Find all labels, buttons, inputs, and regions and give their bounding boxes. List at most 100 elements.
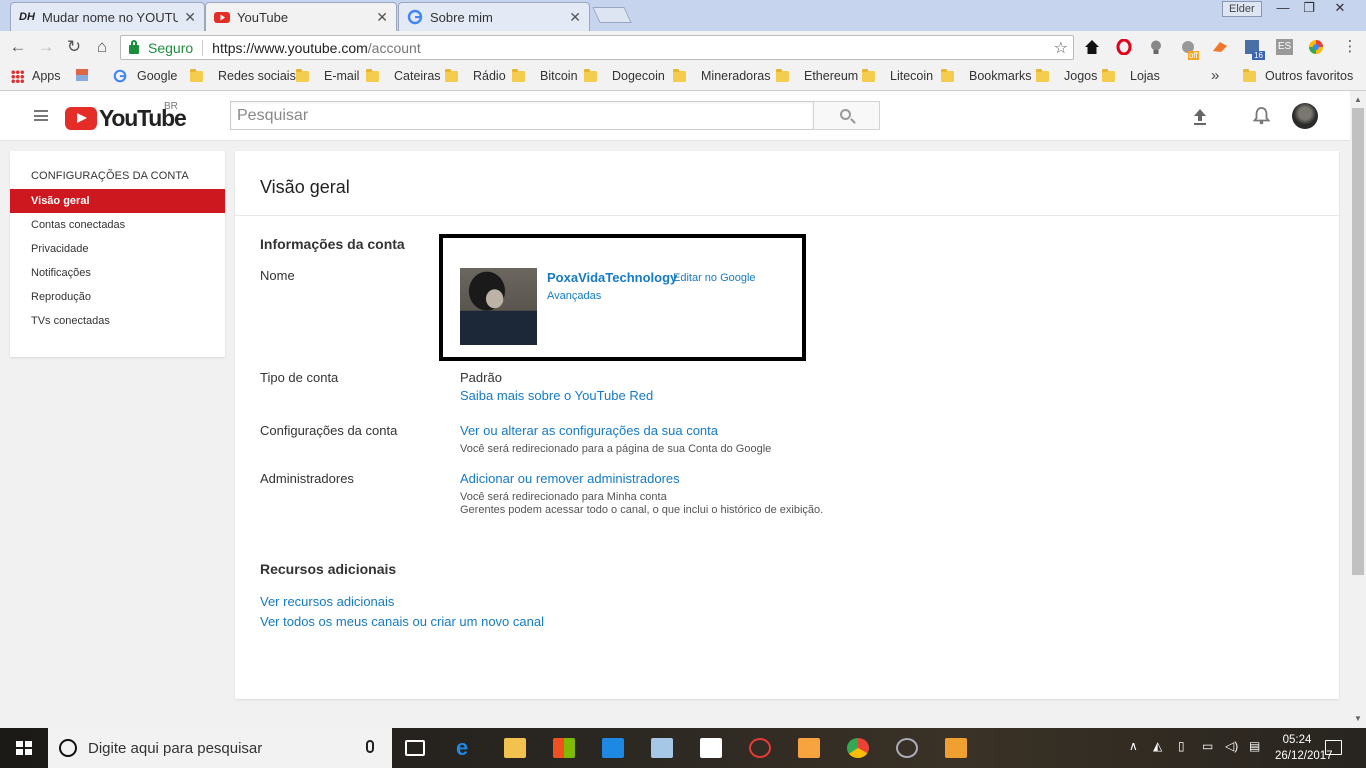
taskbar-clock[interactable]: 05:24 26/12/2017 [1275, 732, 1333, 764]
network-icon[interactable]: ▭ [1202, 739, 1213, 753]
all-channels-link[interactable]: Ver todos os meus canais ou criar um nov… [260, 614, 544, 629]
network-drive-icon[interactable]: ◭ [1153, 739, 1162, 753]
name-label: Nome [260, 268, 295, 283]
address-bar[interactable]: Seguro https://www.youtube.com/account ☆ [120, 35, 1074, 60]
admins-note-managers: Gerentes podem acessar todo o canal, o q… [460, 504, 824, 516]
sidebar-item-playback[interactable]: Reprodução [10, 285, 225, 309]
edge-icon[interactable]: e [456, 737, 478, 759]
home-icon[interactable]: ⌂ [92, 37, 112, 57]
scroll-thumb[interactable] [1352, 108, 1364, 575]
account-avatar[interactable] [1292, 103, 1318, 129]
bookmark-folder[interactable]: Litecoin [862, 68, 933, 83]
windows-logo-icon [16, 741, 32, 755]
channel-name-highlight: PoxaVidaTechnology Editar no Google Avan… [439, 234, 806, 361]
opera-extension-icon[interactable] [1116, 39, 1132, 55]
youtube-red-link[interactable]: Saiba mais sobre o YouTube Red [460, 388, 653, 403]
other-bookmarks[interactable]: Outros favoritos [1243, 68, 1353, 83]
bookmark-folder[interactable]: Bitcoin [512, 68, 578, 83]
search-button[interactable] [813, 101, 880, 130]
sidebar-item-notifications[interactable]: Notificações [10, 261, 225, 285]
scroll-up-icon[interactable]: ▲ [1354, 95, 1362, 104]
tray-chevron-icon[interactable]: ∧ [1129, 739, 1138, 753]
tab-strip: DH Mudar nome no YOUTUBE ✕ YouTube ✕ Sob… [0, 0, 1366, 31]
sidebar-item-connected-accounts[interactable]: Contas conectadas [10, 213, 225, 237]
url-path: /account [367, 39, 421, 56]
close-window-icon[interactable]: ✕ [1325, 0, 1355, 18]
bookmark-folder[interactable]: Lojas [1102, 68, 1160, 83]
extra-resources-link[interactable]: Ver recursos adicionais [260, 594, 394, 609]
reload-icon[interactable]: ↻ [64, 37, 84, 57]
account-settings-label: Configurações da conta [260, 423, 398, 438]
bookmark-folder[interactable]: Rádio [445, 68, 506, 83]
bookmark-apps[interactable]: Apps [11, 69, 61, 83]
folder-icon [776, 68, 789, 82]
folder-icon [1036, 68, 1049, 82]
folder-icon [296, 68, 309, 82]
advanced-link[interactable]: Avançadas [547, 290, 601, 302]
tab-mudar-nome[interactable]: DH Mudar nome no YOUTUBE ✕ [10, 2, 205, 31]
chrome-colors-extension-icon[interactable] [1308, 39, 1324, 55]
home-extension-icon[interactable] [1084, 39, 1100, 55]
uc-browser-icon[interactable] [798, 738, 820, 758]
bookmark-folder[interactable]: Redes sociais [190, 68, 296, 83]
close-tab-icon[interactable]: ✕ [569, 9, 581, 26]
bookmark-image[interactable] [76, 69, 88, 81]
mail-icon[interactable] [700, 738, 722, 758]
browser-toolbar: ← → ↻ ⌂ Seguro https://www.youtube.com/a… [0, 31, 1366, 63]
bookmark-folder[interactable]: Cateiras [366, 68, 441, 83]
bookmark-folder[interactable]: Ethereum [776, 68, 858, 83]
torrent-icon[interactable] [896, 738, 918, 758]
microphone-icon[interactable] [366, 740, 374, 753]
restore-icon[interactable]: ❐ [1294, 0, 1324, 18]
close-tab-icon[interactable]: ✕ [184, 9, 196, 26]
lightbulb-extension-icon[interactable] [1148, 39, 1164, 55]
maxthon-icon[interactable] [602, 738, 624, 758]
admins-link[interactable]: Adicionar ou remover administradores [460, 471, 680, 486]
channel-name-link[interactable]: PoxaVidaTechnology [547, 270, 677, 285]
volume-icon[interactable]: ◁) [1225, 739, 1238, 753]
bookmark-folder[interactable]: Bookmarks [941, 68, 1032, 83]
hamburger-menu-icon[interactable] [34, 110, 48, 121]
chrome-icon[interactable] [847, 738, 869, 758]
notepad-icon[interactable] [651, 738, 673, 758]
task-view-icon[interactable] [405, 740, 425, 756]
notifications-bell-icon[interactable] [1253, 106, 1270, 125]
more-bookmarks-icon[interactable]: » [1211, 67, 1219, 84]
media-player-icon[interactable] [945, 738, 967, 758]
forward-icon[interactable]: → [36, 37, 56, 57]
bookmark-folder[interactable]: Dogecoin [584, 68, 665, 83]
keyboard-icon[interactable]: ▤ [1249, 739, 1260, 753]
bookmark-google[interactable]: Google [113, 69, 177, 83]
fox-extension-icon[interactable] [1212, 39, 1228, 55]
es-extension-icon[interactable]: ES [1276, 39, 1293, 55]
window-user-badge[interactable]: Elder [1222, 1, 1262, 17]
bookmark-folder[interactable]: Jogos [1036, 68, 1097, 83]
search-input[interactable]: Pesquisar [230, 101, 814, 130]
scroll-down-icon[interactable]: ▼ [1354, 714, 1362, 723]
sidebar-item-overview[interactable]: Visão geral [10, 189, 225, 213]
sidebar-item-privacy[interactable]: Privacidade [10, 237, 225, 261]
menu-kebab-icon[interactable]: ⋮ [1340, 37, 1360, 57]
page-scrollbar[interactable]: ▲ ▼ [1350, 91, 1366, 728]
sidebar-item-connected-tvs[interactable]: TVs conectadas [10, 309, 225, 333]
start-button[interactable] [0, 728, 48, 768]
close-tab-icon[interactable]: ✕ [376, 9, 388, 26]
extra-resources-heading: Recursos adicionais [260, 561, 397, 577]
folder-icon [862, 68, 875, 82]
tab-youtube[interactable]: YouTube ✕ [205, 2, 397, 31]
new-tab-button[interactable] [592, 7, 632, 23]
tab-sobre-mim[interactable]: Sobre mim ✕ [398, 2, 590, 31]
edit-on-google-link[interactable]: Editar no Google [673, 272, 756, 284]
account-settings-link[interactable]: Ver ou alterar as configurações da sua c… [460, 423, 718, 438]
antivirus-icon[interactable] [749, 738, 771, 758]
file-explorer-icon[interactable] [504, 738, 526, 758]
bookmark-folder[interactable]: Mineradoras [673, 68, 770, 83]
action-center-icon[interactable] [1325, 740, 1342, 755]
taskbar-search-box[interactable]: Digite aqui para pesquisar [48, 728, 392, 768]
upload-icon[interactable] [1192, 108, 1208, 126]
store-icon[interactable] [553, 738, 575, 758]
back-icon[interactable]: ← [8, 37, 28, 57]
bookmark-star-icon[interactable]: ☆ [1054, 38, 1068, 58]
battery-icon[interactable]: ▯ [1178, 739, 1185, 753]
bookmark-folder[interactable]: E-mail [296, 68, 359, 83]
